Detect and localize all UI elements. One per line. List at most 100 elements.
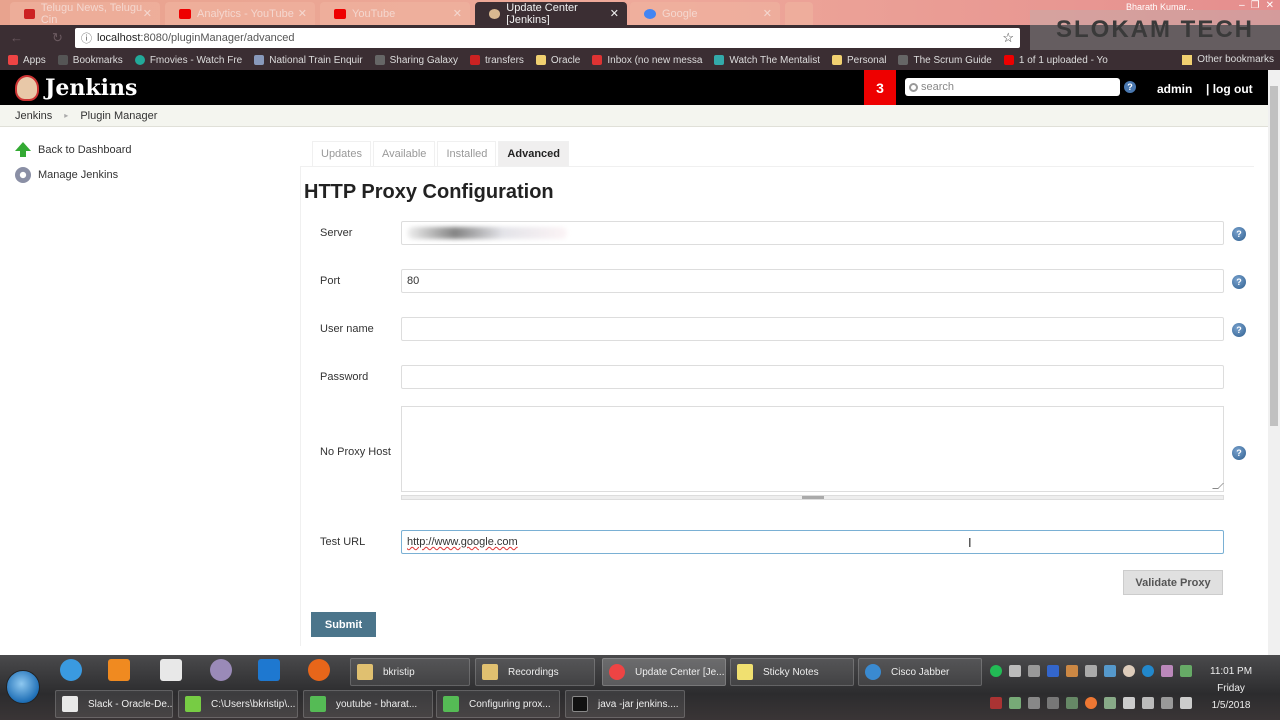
server-input[interactable] (401, 221, 1224, 245)
tray-icon[interactable] (1066, 665, 1078, 677)
vnc-icon[interactable] (258, 659, 280, 681)
tray-icon[interactable] (1104, 697, 1116, 709)
taskbar-item[interactable]: java -jar jenkins.... (565, 690, 685, 718)
validate-proxy-button[interactable]: Validate Proxy (1123, 570, 1223, 595)
taskbar-item[interactable]: Recordings (475, 658, 595, 686)
notification-badge[interactable]: 3 (864, 70, 896, 105)
password-input[interactable] (401, 365, 1224, 389)
reload-icon[interactable]: ↻ (52, 30, 63, 46)
info-icon[interactable]: ⓘ (81, 30, 92, 46)
browser-tab[interactable]: Telugu News, Telugu Cin ✕ (10, 2, 160, 26)
tray-icon[interactable] (1047, 697, 1059, 709)
jenkins-logo[interactable]: Jenkins (15, 75, 137, 101)
close-icon[interactable]: ✕ (763, 7, 772, 20)
taskbar-item[interactable]: bkristip (350, 658, 470, 686)
bookmark-item[interactable]: Bookmarks (57, 55, 123, 66)
internet-explorer-icon[interactable] (60, 659, 82, 681)
taskbar-item[interactable]: C:\Users\bkristip\... (178, 690, 298, 718)
tray-icon[interactable] (1028, 697, 1040, 709)
breadcrumb-plugin-manager[interactable]: Plugin Manager (80, 110, 157, 122)
tray-icon[interactable] (1180, 665, 1192, 677)
tray-icon[interactable] (1066, 697, 1078, 709)
resize-grip-icon[interactable] (1212, 483, 1224, 489)
taskbar-item[interactable]: youtube - bharat... (303, 690, 433, 718)
bookmark-item[interactable]: Fmovies - Watch Fre (134, 55, 242, 66)
start-button[interactable] (6, 670, 40, 704)
close-icon[interactable]: ✕ (298, 7, 307, 20)
tab-installed[interactable]: Installed (437, 141, 497, 166)
bookmark-item[interactable]: transfers (470, 55, 524, 66)
tray-icon[interactable] (1142, 665, 1154, 677)
taskbar-item-active[interactable]: Update Center [Je... (602, 658, 726, 686)
tray-icon[interactable] (1123, 665, 1135, 677)
flag-icon[interactable] (1123, 697, 1135, 709)
close-icon[interactable]: ✕ (610, 7, 619, 20)
help-icon[interactable]: ? (1232, 275, 1246, 289)
help-icon[interactable]: ? (1232, 323, 1246, 337)
port-input[interactable]: 80 (401, 269, 1224, 293)
network-icon[interactable] (1161, 697, 1173, 709)
browser-tab-active[interactable]: Update Center [Jenkins] ✕ (475, 2, 627, 26)
sidebar-item-manage-jenkins[interactable]: Manage Jenkins (15, 167, 118, 183)
bookmark-item[interactable]: National Train Enquir (254, 55, 363, 66)
apps-grid-icon[interactable] (160, 659, 182, 681)
bookmark-star-icon[interactable]: ☆ (1002, 30, 1014, 46)
taskbar-item[interactable]: Configuring prox... (436, 690, 560, 718)
bluetooth-icon[interactable] (1047, 665, 1059, 677)
other-bookmarks[interactable]: Other bookmarks (1182, 54, 1274, 65)
bookmark-item[interactable]: Watch The Mentalist (714, 55, 820, 66)
new-tab-button[interactable] (785, 2, 813, 25)
mcafee-icon[interactable] (990, 697, 1002, 709)
volume-icon[interactable] (1180, 697, 1192, 709)
search-input[interactable]: search (905, 78, 1120, 96)
media-player-icon[interactable] (108, 659, 130, 681)
breadcrumb-separator-icon[interactable]: ▸ (64, 111, 68, 120)
page-scrollbar[interactable] (1268, 70, 1280, 655)
tray-icon[interactable] (1028, 665, 1040, 677)
pidgin-icon[interactable] (210, 659, 232, 681)
browser-tab[interactable]: YouTube ✕ (320, 2, 470, 25)
system-clock[interactable]: 11:01 PM Friday 1/5/2018 (1210, 663, 1252, 714)
logout-link[interactable]: | log out (1206, 82, 1253, 96)
taskbar-item[interactable]: Cisco Jabber (858, 658, 982, 686)
bookmark-item[interactable]: The Scrum Guide (898, 55, 992, 66)
scrollbar-thumb[interactable] (802, 496, 824, 499)
close-icon[interactable]: ✕ (143, 7, 152, 20)
tab-available[interactable]: Available (372, 141, 436, 166)
taskbar-item[interactable]: Sticky Notes (730, 658, 854, 686)
tray-icon[interactable] (1009, 697, 1021, 709)
scrollbar-thumb[interactable] (1270, 86, 1278, 426)
browser-tab[interactable]: Analytics - YouTube ✕ (165, 2, 315, 25)
help-icon[interactable]: ? (1232, 446, 1246, 460)
breadcrumb-jenkins[interactable]: Jenkins (15, 110, 52, 122)
bookmark-item[interactable]: Oracle (535, 55, 580, 66)
test-url-input[interactable]: http://www.google.com (401, 530, 1224, 554)
tray-icon[interactable] (1104, 665, 1116, 677)
bookmark-item[interactable]: 1 of 1 uploaded - Yo (1003, 55, 1108, 66)
no-proxy-host-textarea[interactable] (401, 406, 1224, 492)
bookmark-item[interactable]: Sharing Galaxy (374, 55, 458, 66)
browser-tab[interactable]: Google ✕ (630, 2, 780, 25)
tray-icon[interactable] (1161, 665, 1173, 677)
help-icon[interactable]: ? (1232, 227, 1246, 241)
address-bar[interactable]: ⓘ localhost:8080/pluginManager/advanced … (75, 28, 1020, 48)
tray-icon[interactable] (1085, 697, 1097, 709)
textarea-scrollbar[interactable] (401, 495, 1224, 500)
tab-updates[interactable]: Updates (312, 141, 371, 166)
username-input[interactable] (401, 317, 1224, 341)
bookmark-item[interactable]: Personal (832, 55, 886, 66)
close-icon[interactable]: ✕ (453, 7, 462, 20)
search-help-icon[interactable]: ? (1124, 81, 1136, 93)
bookmark-item[interactable]: Apps (8, 55, 46, 66)
back-icon[interactable]: ← (10, 30, 23, 45)
user-link[interactable]: admin (1157, 82, 1192, 96)
tray-icon[interactable] (1085, 665, 1097, 677)
submit-button[interactable]: Submit (311, 612, 376, 637)
taskbar-item[interactable]: Slack - Oracle-De... (55, 690, 173, 718)
tray-icon[interactable] (1009, 665, 1021, 677)
firefox-icon[interactable] (308, 659, 330, 681)
power-icon[interactable] (1142, 697, 1154, 709)
bookmark-item[interactable]: Inbox (no new messa (592, 55, 702, 66)
tray-icon[interactable] (990, 665, 1002, 677)
sidebar-item-back-to-dashboard[interactable]: Back to Dashboard (15, 142, 132, 158)
